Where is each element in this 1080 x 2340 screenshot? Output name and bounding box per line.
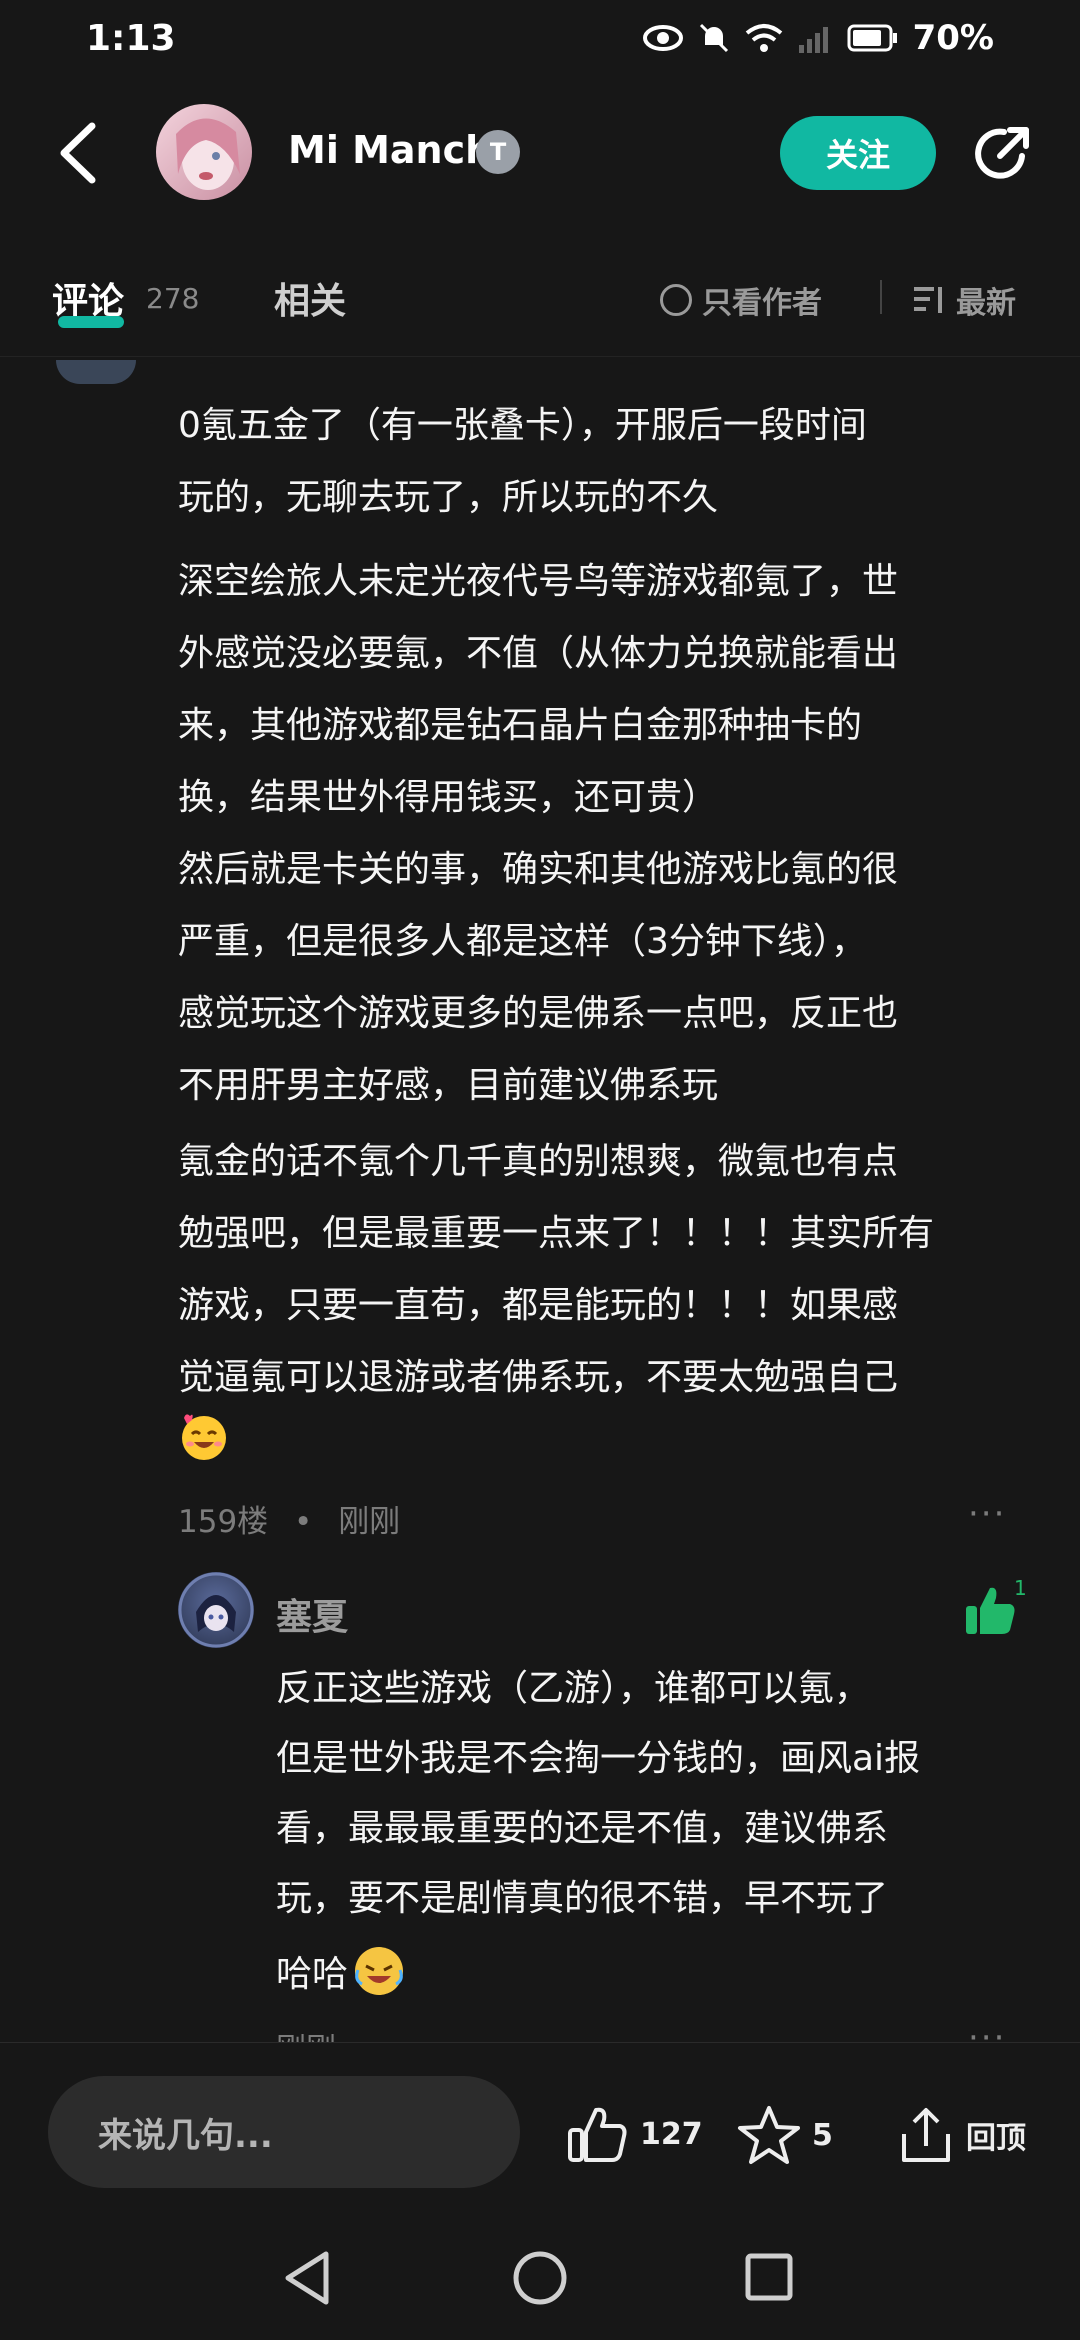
comment-paragraph: 0氪五金了（有一张叠卡），开服后一段时间 玩的，无聊去玩了，所以玩的不久: [178, 390, 1038, 534]
wifi-icon: [745, 24, 782, 52]
only-author-label: 只看作者: [702, 286, 822, 321]
avatar[interactable]: [156, 104, 252, 200]
comment-paragraph: 氪金的话不氪个几千真的别想爽，微氪也有点 勉强吧，但是最重要一点来了！！！！其实…: [178, 1126, 1038, 1414]
nav-recents-icon[interactable]: [744, 2252, 794, 2302]
comment-line: 不用肝男主好感，目前建议佛系玩: [178, 1065, 719, 1106]
reply-like-count: 1: [1014, 1576, 1027, 1600]
comment-line: 换，结果世外得用钱买，还可贵）: [178, 777, 719, 818]
like-button[interactable]: 127: [566, 2104, 703, 2164]
laughing-emoji-icon: [355, 1947, 404, 1995]
reply-line: 哈哈: [276, 1954, 349, 1995]
status-time: 1:13: [86, 18, 176, 59]
back-to-top-button[interactable]: 回顶: [896, 2104, 1026, 2166]
reply-last-line: 哈哈: [276, 1944, 406, 1998]
eye-icon: [642, 25, 683, 51]
floor-number: 159楼: [178, 1504, 269, 1540]
nav-home-icon[interactable]: [512, 2250, 568, 2306]
comment-line: 然后就是卡关的事，确实和其他游戏比氪的很: [178, 849, 899, 890]
radio-icon: [660, 284, 692, 316]
mute-bell-icon: [699, 23, 728, 53]
reply-author-name[interactable]: 塞夏: [276, 1588, 348, 1640]
reply-line: 反正这些游戏（乙游），谁都可以氪，: [276, 1668, 871, 1709]
comment-line: 感觉玩这个游戏更多的是佛系一点吧，反正也: [178, 993, 899, 1034]
comment-line: 游戏，只要一直苟，都是能玩的！！！如果感: [178, 1285, 899, 1326]
commenter-avatar[interactable]: [56, 360, 136, 384]
comment-line: 严重，但是很多人都是这样（3分钟下线），: [178, 921, 867, 962]
thumbs-up-outline-icon: [568, 2107, 627, 2162]
comment-time: 刚刚: [338, 1504, 401, 1540]
comment-paragraph: 深空绘旅人未定光夜代号鸟等游戏都氪了，世 外感觉没必要氪，不值（从体力兑换就能看…: [178, 546, 1038, 834]
battery-icon: [847, 24, 897, 52]
favorite-count: 5: [812, 2117, 833, 2153]
comment-input-placeholder: 来说几句...: [98, 2115, 273, 2156]
comment-line: 外感觉没必要氪，不值（从体力兑换就能看出: [178, 633, 899, 674]
comment-paragraph: 然后就是卡关的事，确实和其他游戏比氪的很 严重，但是很多人都是这样（3分钟下线）…: [178, 834, 1038, 1122]
comment-line: 氪金的话不氪个几千真的别想爽，微氪也有点: [178, 1141, 899, 1182]
comment-line: 来，其他游戏都是钻石晶片白金那种抽卡的: [178, 705, 863, 746]
comments-count: 278: [146, 282, 200, 315]
sort-label: 最新: [956, 286, 1016, 321]
reply-line: 但是世外我是不会掏一分钱的，画风ai报: [276, 1738, 921, 1779]
tab-related[interactable]: 相关: [274, 272, 346, 324]
author-name[interactable]: Mi Manchi: [288, 128, 505, 172]
back-icon[interactable]: [52, 118, 106, 188]
follow-button[interactable]: 关注: [780, 116, 936, 190]
comment-line: 深空绘旅人未定光夜代号鸟等游戏都氪了，世: [178, 561, 899, 602]
system-nav-bar: [0, 2210, 1080, 2340]
status-bar: 1:13 70%: [0, 0, 1080, 84]
reply-like-button[interactable]: 1: [964, 1576, 1027, 1640]
tab-active-indicator: [58, 316, 124, 328]
only-author-toggle[interactable]: 只看作者: [660, 278, 822, 322]
back-to-top-label: 回顶: [966, 2121, 1026, 2156]
comment-input[interactable]: 来说几句...: [48, 2076, 520, 2188]
reply-line: 玩，要不是剧情真的很不错，早不玩了: [276, 1878, 889, 1919]
comment-line: 0氪五金了（有一张叠卡），开服后一段时间: [178, 405, 867, 446]
more-options-icon[interactable]: ···: [968, 1494, 1006, 1534]
tab-divider: [0, 356, 1080, 357]
divider: [880, 280, 882, 314]
reply-text: 反正这些游戏（乙游），谁都可以氪， 但是世外我是不会掏一分钱的，画风ai报 看，…: [276, 1654, 1036, 1934]
thumbs-up-icon: [966, 1587, 1015, 1634]
reply-line: 看，最最最重要的还是不值，建议佛系: [276, 1808, 889, 1849]
verified-badge-icon: T: [476, 130, 520, 174]
comment-line: 觉逼氪可以退游或者佛系玩，不要太勉强自己: [178, 1357, 899, 1398]
smiling-emoji-icon: [178, 1410, 230, 1466]
star-outline-icon: [738, 2106, 800, 2164]
comment-line: 勉强吧，但是最重要一点来了！！！！其实所有: [178, 1213, 935, 1254]
upload-arrow-icon: [902, 2108, 950, 2162]
like-count: 127: [640, 2116, 703, 2152]
reply-avatar[interactable]: [178, 1572, 254, 1648]
comment-line: 玩的，无聊去玩了，所以玩的不久: [178, 477, 719, 518]
nav-back-icon[interactable]: [282, 2250, 332, 2306]
sort-toggle[interactable]: 最新: [912, 278, 1016, 322]
share-icon[interactable]: [970, 122, 1034, 186]
status-icons: 70%: [642, 18, 994, 58]
meta-dot: •: [294, 1504, 313, 1540]
sort-icon: [914, 287, 942, 313]
favorite-button[interactable]: 5: [736, 2104, 833, 2166]
signal-icon: [798, 27, 828, 53]
comment-meta: 159楼 • 刚刚: [178, 1496, 400, 1541]
battery-percent: 70%: [912, 18, 994, 58]
